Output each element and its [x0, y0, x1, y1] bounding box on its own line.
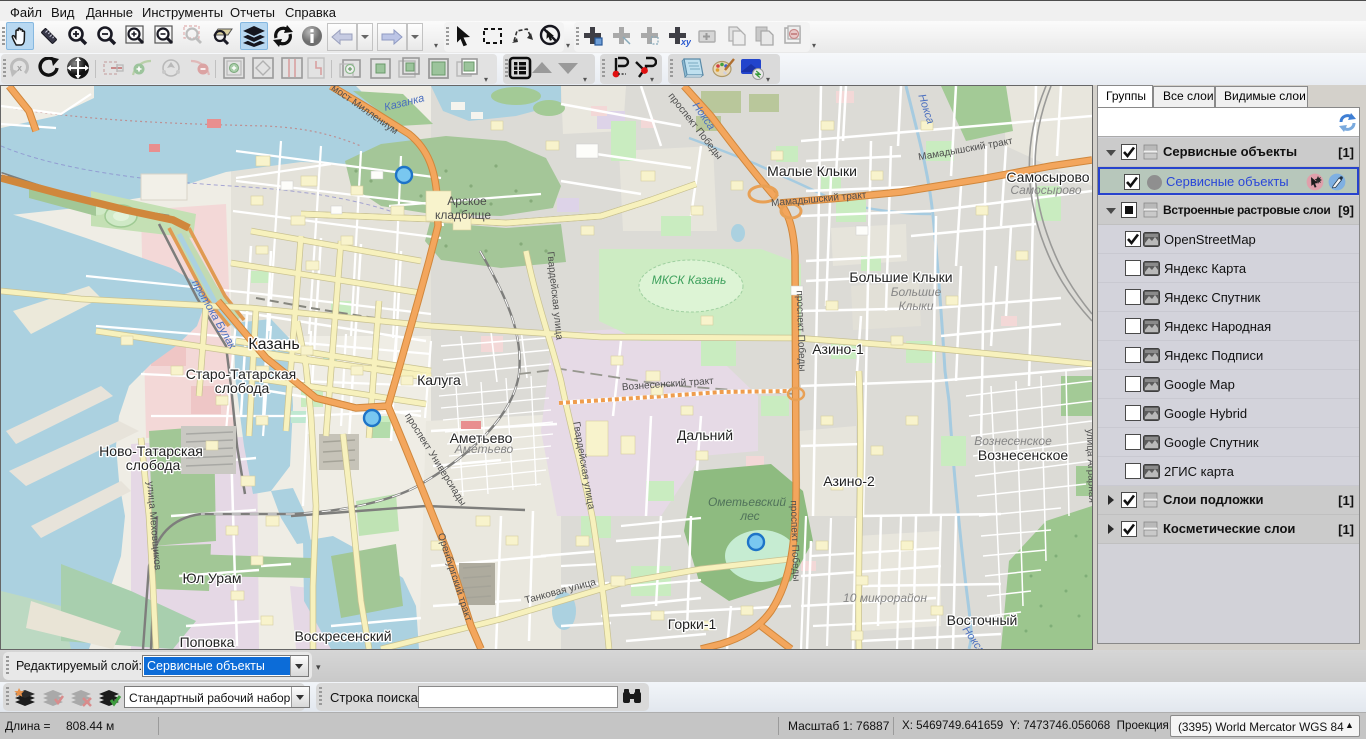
svg-text:x: x	[17, 63, 22, 73]
svg-text:слобода: слобода	[126, 457, 181, 473]
svg-text:МКСК Казань: МКСК Казань	[652, 273, 727, 287]
svg-text:Самосырово: Самосырово	[1010, 183, 1082, 197]
svg-text:Аметьево: Аметьево	[450, 430, 513, 446]
svg-text:Самосырово: Самосырово	[1006, 169, 1089, 185]
svg-text:Воскресенский: Воскресенский	[294, 628, 391, 644]
svg-text:Большие Клыки: Большие Клыки	[849, 269, 952, 285]
svg-text:Калуга: Калуга	[417, 372, 461, 388]
svg-text:кладбище: кладбище	[435, 208, 491, 222]
svg-text:Казань: Казань	[248, 336, 299, 353]
svg-text:Азино-2: Азино-2	[823, 473, 875, 489]
svg-text:xy: xy	[680, 37, 691, 47]
svg-text:Дальний: Дальний	[677, 427, 733, 443]
svg-text:Большие: Большие	[891, 285, 942, 299]
svg-text:Арское: Арское	[447, 194, 487, 208]
svg-text:Юл Урам: Юл Урам	[182, 570, 241, 586]
svg-text:Вознесенское: Вознесенское	[974, 434, 1052, 448]
svg-text:Клыки: Клыки	[898, 299, 933, 313]
svg-text:10 микрорайон: 10 микрорайон	[843, 591, 927, 605]
svg-text:Вознесенское: Вознесенское	[978, 447, 1068, 463]
svg-text:слобода: слобода	[215, 380, 270, 396]
svg-text:Восточный: Восточный	[947, 612, 1018, 628]
svg-text:Ометьевский: Ометьевский	[708, 495, 786, 509]
svg-text:лес: лес	[739, 509, 759, 523]
svg-text:Азино-1: Азино-1	[812, 341, 864, 357]
svg-text:Горки-1: Горки-1	[668, 616, 717, 632]
svg-text:Поповка: Поповка	[180, 634, 235, 649]
svg-text:Малые Клыки: Малые Клыки	[767, 163, 857, 179]
